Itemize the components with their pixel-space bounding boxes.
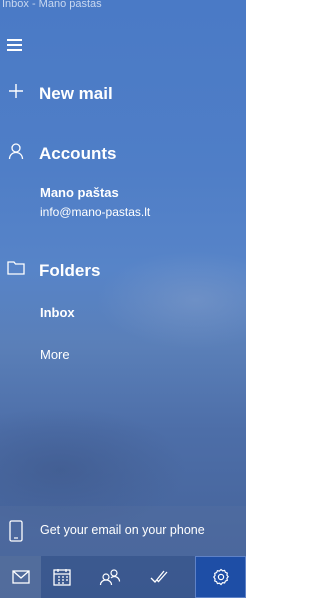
folder-icon	[7, 260, 25, 281]
account-email: info@mano-pastas.lt	[40, 205, 151, 219]
mail-icon[interactable]	[0, 556, 41, 598]
people-icon[interactable]	[82, 556, 138, 598]
new-mail-button[interactable]: New mail	[0, 80, 246, 106]
title-bar: Inbox - Mano pastas	[0, 0, 246, 14]
plus-icon	[7, 82, 25, 105]
bottom-tab-bar	[0, 556, 246, 598]
folders-label: Folders	[39, 261, 101, 280]
account-name: Mano paštas	[40, 185, 119, 200]
folder-item-more[interactable]: More	[40, 347, 70, 362]
accounts-label: Accounts	[39, 144, 117, 163]
window-title: Inbox - Mano pastas	[2, 0, 102, 10]
todo-icon[interactable]	[138, 556, 180, 598]
promo-label: Get your email on your phone	[40, 523, 205, 537]
calendar-icon[interactable]	[41, 556, 82, 598]
folders-button[interactable]: Folders	[0, 257, 246, 283]
folder-item-inbox[interactable]: Inbox	[40, 305, 75, 320]
mobile-promo-banner[interactable]: Get your email on your phone	[0, 506, 246, 556]
mail-app-window: Inbox - Mano pastas New mail Accounts Ma…	[0, 0, 246, 598]
new-mail-label: New mail	[39, 84, 113, 103]
settings-icon[interactable]	[195, 556, 246, 598]
phone-icon	[9, 520, 23, 547]
accounts-button[interactable]: Accounts	[0, 140, 246, 166]
person-icon	[7, 142, 25, 165]
hamburger-menu-icon[interactable]	[6, 36, 26, 52]
